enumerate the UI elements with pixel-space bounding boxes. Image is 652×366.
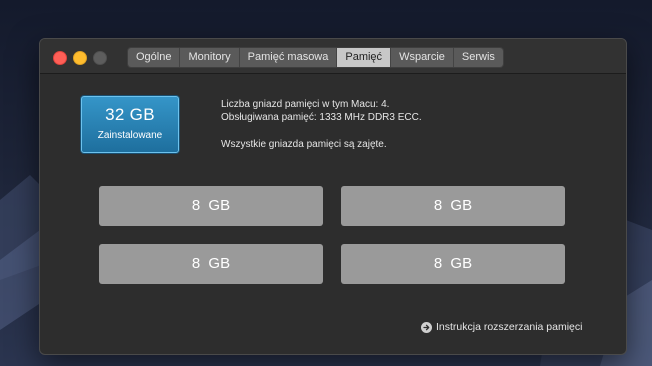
- tab-storage[interactable]: Pamięć masowa: [239, 48, 338, 67]
- tab-overview[interactable]: Ogólne: [128, 48, 181, 67]
- tab-support[interactable]: Wsparcie: [391, 48, 454, 67]
- installed-memory-label: Zainstalowane: [97, 130, 163, 141]
- memory-upgrade-instructions-link[interactable]: Instrukcja rozszerzania pamięci: [421, 321, 582, 333]
- tab-displays[interactable]: Monitory: [180, 48, 240, 67]
- window-titlebar[interactable]: Ogólne Monitory Pamięć masowa Pamięć Wsp…: [40, 39, 626, 74]
- arrow-right-circle-icon: [421, 321, 432, 333]
- about-this-mac-window: Ogólne Monitory Pamięć masowa Pamięć Wsp…: [39, 38, 627, 355]
- memory-slot-2: 8 GB: [341, 186, 565, 226]
- installed-memory-size: 32 GB: [105, 105, 155, 124]
- slots-status-text: Wszystkie gniazda pamięci są zajęte.: [221, 139, 387, 150]
- help-link-label: Instrukcja rozszerzania pamięci: [436, 321, 583, 333]
- supported-memory-text: Obsługiwana pamięć: 1333 MHz DDR3 ECC.: [221, 112, 422, 123]
- minimize-window-button[interactable]: [73, 51, 87, 65]
- memory-slot-3: 8 GB: [99, 244, 323, 284]
- memory-slot-4: 8 GB: [341, 244, 565, 284]
- tab-memory[interactable]: Pamięć: [337, 48, 392, 67]
- memory-info: Liczba gniazd pamięci w tym Macu: 4. Obs…: [221, 98, 422, 151]
- zoom-window-button: [93, 51, 107, 65]
- close-window-button[interactable]: [53, 51, 67, 65]
- installed-memory-badge: 32 GB Zainstalowane: [81, 96, 179, 153]
- slot-count-text: Liczba gniazd pamięci w tym Macu: 4.: [221, 99, 390, 110]
- tab-service[interactable]: Serwis: [453, 48, 503, 67]
- memory-slot-1: 8 GB: [99, 186, 323, 226]
- segmented-tab-bar: Ogólne Monitory Pamięć masowa Pamięć Wsp…: [127, 47, 504, 68]
